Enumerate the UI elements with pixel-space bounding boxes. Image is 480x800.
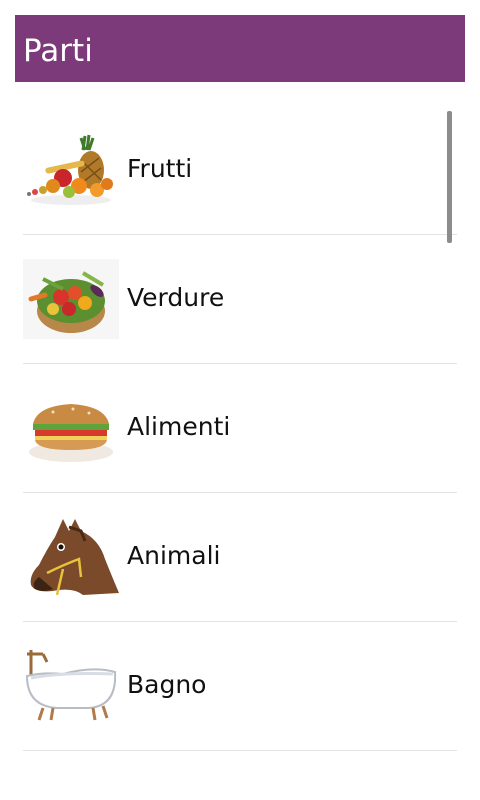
list-scrollbar[interactable] (447, 111, 452, 243)
list-item-label: Verdure (127, 283, 225, 312)
fruit-basket-icon (23, 130, 119, 210)
list-item-label: Bagno (127, 670, 207, 699)
list-item-label: Animali (127, 541, 221, 570)
list-item-bagno[interactable]: Bagno (23, 622, 457, 751)
list-item-animali[interactable]: Animali (23, 493, 457, 622)
action-bar: Parti (15, 15, 465, 82)
list-item-alimenti[interactable]: Alimenti (23, 364, 457, 493)
list-item-label: Alimenti (127, 412, 231, 441)
app-screen: Parti Frutti Verdure Alimenti Animali Ba… (0, 0, 480, 800)
bathtub-icon (23, 646, 119, 726)
page-title: Parti (23, 33, 93, 69)
list-item-verdure[interactable]: Verdure (23, 235, 457, 364)
horse-head-icon (23, 517, 119, 597)
list-item-frutti[interactable]: Frutti (23, 106, 457, 235)
list-item-label: Frutti (127, 154, 193, 183)
sandwich-icon (23, 388, 119, 468)
category-list[interactable]: Frutti Verdure Alimenti Animali Bagno (23, 106, 457, 751)
vegetable-bowl-icon (23, 259, 119, 339)
